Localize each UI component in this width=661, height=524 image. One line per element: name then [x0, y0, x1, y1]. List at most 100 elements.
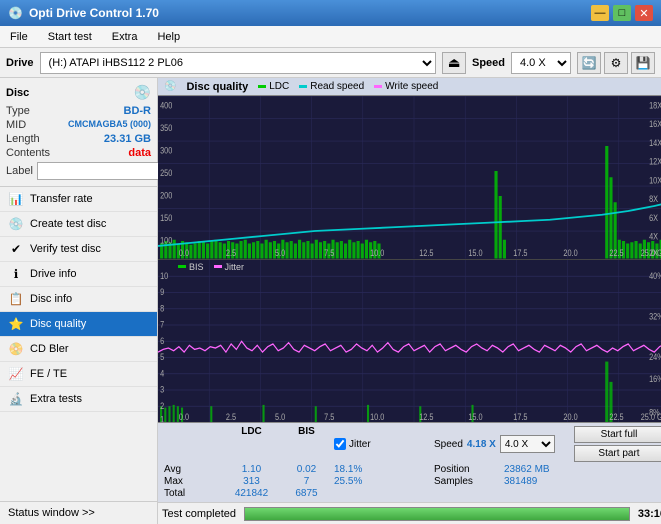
svg-text:200: 200 [160, 191, 173, 201]
drive-info-icon: ℹ [8, 267, 24, 281]
svg-text:2.5: 2.5 [226, 410, 236, 421]
transfer-rate-icon: 📊 [8, 192, 24, 206]
start-full-button[interactable]: Start full [574, 426, 661, 443]
charts-container: 400 350 300 250 200 150 100 18X 16X 14X … [158, 96, 661, 422]
app-icon: 💿 [8, 6, 23, 20]
label-label: Label [6, 165, 33, 177]
svg-text:0.0: 0.0 [179, 248, 190, 258]
svg-text:7.5: 7.5 [324, 410, 334, 421]
settings-button[interactable]: ⚙ [604, 52, 628, 74]
disc-info-icon: 📋 [8, 292, 24, 306]
nav-create-test-disc[interactable]: 💿 Create test disc [0, 212, 157, 237]
minimize-button[interactable]: — [591, 5, 609, 21]
status-time: 33:16 [638, 508, 661, 520]
mid-value: CMCMAGBA5 (000) [68, 119, 151, 131]
progress-bar [244, 507, 630, 521]
nav-create-test-disc-label: Create test disc [30, 218, 106, 230]
nav-cd-bler[interactable]: 📀 CD Bler [0, 337, 157, 362]
menu-help[interactable]: Help [151, 29, 186, 45]
status-text: Test completed [162, 508, 236, 520]
nav-disc-info-label: Disc info [30, 293, 72, 305]
disc-icon: 💿 [134, 84, 151, 101]
samples-label: Samples [434, 476, 504, 487]
jitter-checkbox[interactable] [334, 438, 346, 450]
menu-file[interactable]: File [4, 29, 34, 45]
maximize-button[interactable]: □ [613, 5, 631, 21]
fe-te-icon: 📈 [8, 367, 24, 381]
nav-disc-quality[interactable]: ⭐ Disc quality [0, 312, 157, 337]
label-input[interactable] [37, 162, 175, 180]
svg-text:8X: 8X [649, 195, 659, 205]
ldc-legend-dot [258, 85, 266, 88]
svg-text:1: 1 [160, 413, 164, 422]
svg-text:20.0: 20.0 [563, 410, 577, 421]
start-part-button[interactable]: Start part [574, 445, 661, 462]
svg-text:17.5: 17.5 [513, 410, 527, 421]
position-label: Position [434, 464, 504, 475]
status-bar: Test completed 33:16 [158, 502, 661, 524]
chart-title: Disc quality [186, 81, 248, 93]
nav-transfer-rate[interactable]: 📊 Transfer rate [0, 187, 157, 212]
nav-verify-test-disc-label: Verify test disc [30, 243, 101, 255]
svg-text:10.0: 10.0 [370, 248, 385, 258]
top-chart: 400 350 300 250 200 150 100 18X 16X 14X … [158, 96, 661, 260]
save-button[interactable]: 💾 [631, 52, 655, 74]
nav-disc-quality-label: Disc quality [30, 318, 86, 330]
disc-quality-icon: ⭐ [8, 317, 24, 331]
drive-select[interactable]: (H:) ATAPI iHBS112 2 PL06 [40, 52, 436, 74]
samples-value: 381489 [504, 476, 574, 487]
nav-disc-info[interactable]: 📋 Disc info [0, 287, 157, 312]
title-bar: 💿 Opti Drive Control 1.70 — □ ✕ [0, 0, 661, 26]
contents-label: Contents [6, 147, 50, 159]
nav-fe-te[interactable]: 📈 FE / TE [0, 362, 157, 387]
refresh-button[interactable]: 🔄 [577, 52, 601, 74]
svg-text:17.5: 17.5 [513, 248, 528, 258]
nav-transfer-rate-label: Transfer rate [30, 193, 93, 205]
speed-select[interactable]: 4.0 X [511, 52, 571, 74]
nav-drive-info[interactable]: ℹ Drive info [0, 262, 157, 287]
svg-text:350: 350 [160, 123, 173, 133]
length-label: Length [6, 133, 40, 145]
max-ldc: 313 [224, 476, 279, 487]
total-bis: 6875 [279, 488, 334, 499]
nav-verify-test-disc[interactable]: ✔ Verify test disc [0, 237, 157, 262]
app-title: Opti Drive Control 1.70 [29, 6, 159, 20]
close-button[interactable]: ✕ [635, 5, 653, 21]
content-area: 💿 Disc quality LDC Read speed Write spee… [158, 78, 661, 524]
nav-fe-te-label: FE / TE [30, 368, 67, 380]
speed-stat-select[interactable]: 4.0 X [500, 435, 555, 453]
ldc-legend-label: LDC [269, 81, 289, 92]
write-speed-legend-label: Write speed [385, 81, 438, 92]
top-chart-svg: 400 350 300 250 200 150 100 18X 16X 14X … [158, 96, 661, 259]
svg-text:2.5: 2.5 [226, 248, 237, 258]
svg-text:15.0: 15.0 [468, 248, 483, 258]
bis-header: BIS [279, 426, 334, 462]
menu-start-test[interactable]: Start test [42, 29, 98, 45]
svg-text:12.5: 12.5 [419, 248, 434, 258]
eject-button[interactable]: ⏏ [442, 52, 466, 74]
avg-ldc: 1.10 [224, 464, 279, 475]
svg-text:24%: 24% [649, 351, 661, 362]
svg-text:12.5: 12.5 [419, 410, 433, 421]
svg-text:6: 6 [160, 335, 164, 346]
svg-text:5.0: 5.0 [275, 248, 286, 258]
jitter-header: Jitter [349, 439, 371, 450]
status-window-label: Status window >> [8, 507, 95, 519]
svg-text:4: 4 [160, 367, 164, 378]
svg-text:8: 8 [160, 302, 164, 313]
bottom-chart: BIS Jitter [158, 260, 661, 423]
progress-bar-fill [245, 508, 629, 520]
svg-text:10X: 10X [649, 176, 661, 186]
jitter-check-container: Jitter [334, 426, 434, 462]
nav-extra-tests[interactable]: 🔬 Extra tests [0, 387, 157, 412]
svg-text:300: 300 [160, 146, 173, 156]
speed-label: Speed [472, 57, 505, 69]
status-window-button[interactable]: Status window >> [0, 501, 157, 524]
menu-extra[interactable]: Extra [106, 29, 144, 45]
read-speed-legend-dot [299, 85, 307, 88]
svg-text:40%: 40% [649, 270, 661, 281]
stats-section: LDC BIS Jitter Speed 4.18 X 4.0 X Start … [158, 422, 661, 502]
svg-text:12X: 12X [649, 157, 661, 167]
svg-text:32%: 32% [649, 310, 661, 321]
drive-label: Drive [6, 57, 34, 69]
